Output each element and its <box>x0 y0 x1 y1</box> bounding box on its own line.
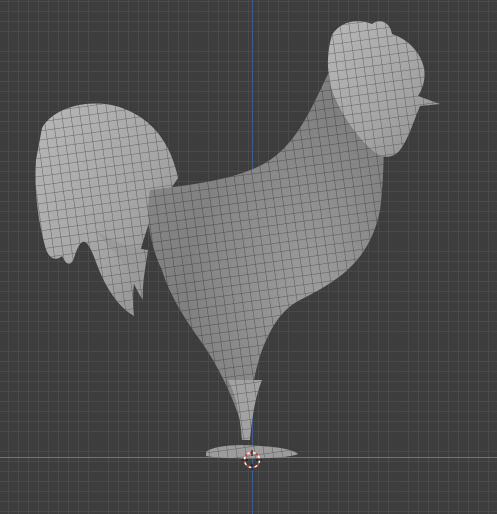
3d-viewport[interactable] <box>0 0 497 514</box>
rooster-mesh[interactable] <box>0 0 497 514</box>
body <box>148 70 384 420</box>
leg <box>228 380 262 440</box>
3d-cursor-icon[interactable] <box>242 450 262 470</box>
